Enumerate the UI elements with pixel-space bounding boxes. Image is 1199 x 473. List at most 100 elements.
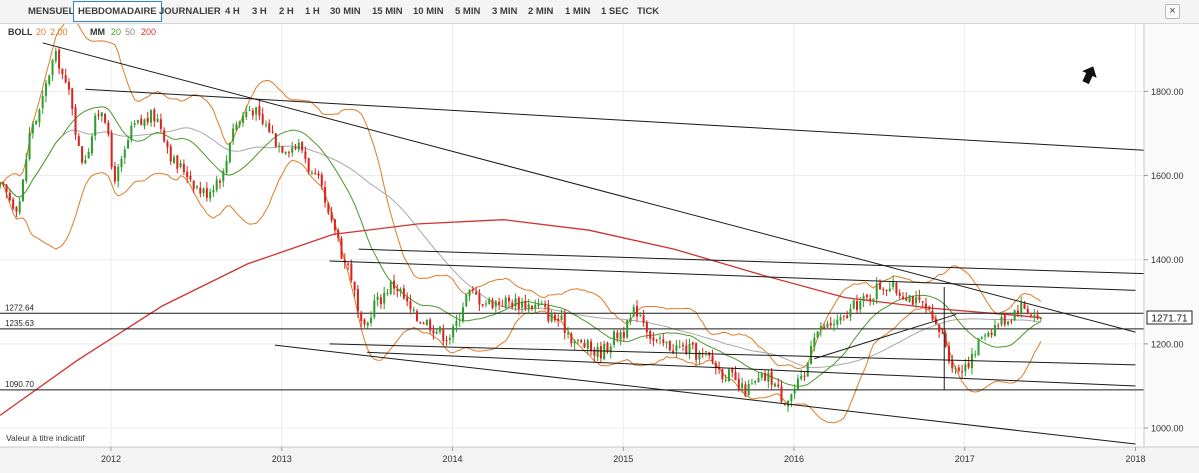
- candle-body: [823, 326, 826, 329]
- candle-body: [967, 362, 970, 368]
- candle-body: [248, 109, 251, 111]
- boll-param-2: 2.00: [50, 27, 68, 37]
- x-tick-label: 2017: [955, 454, 975, 464]
- candle-body: [576, 340, 579, 342]
- candle-body: [938, 324, 941, 333]
- candle-body: [409, 301, 412, 310]
- tab-15min[interactable]: 15 MIN: [372, 2, 403, 21]
- tab-1sec[interactable]: 1 SEC: [601, 2, 628, 21]
- candle-body: [173, 157, 176, 163]
- candle-body: [176, 155, 179, 169]
- boll-label: BOLL: [8, 27, 33, 37]
- mm-param-50: 50: [125, 27, 135, 37]
- candle-body: [652, 337, 655, 341]
- candle-body: [212, 190, 215, 193]
- candle-body: [291, 147, 294, 153]
- candle-body: [77, 136, 80, 147]
- candle-body: [215, 179, 218, 191]
- tab-2h[interactable]: 2 H: [279, 2, 294, 21]
- candle-body: [205, 188, 208, 198]
- candle-body: [540, 304, 543, 306]
- candle-body: [599, 345, 602, 359]
- candle-body: [895, 282, 898, 294]
- candle-body: [133, 123, 136, 125]
- candle-body: [892, 281, 895, 287]
- candle-body: [51, 60, 54, 75]
- candle-body: [455, 320, 458, 326]
- y-tick-label: 1200.00: [1151, 339, 1184, 349]
- candle-body: [734, 372, 737, 381]
- candle-body: [767, 372, 770, 382]
- candle-body: [491, 299, 494, 308]
- tab-3h[interactable]: 3 H: [252, 2, 267, 21]
- candle-body: [534, 304, 537, 309]
- candle-body: [445, 340, 448, 342]
- candle-body: [691, 342, 694, 345]
- candle-body: [130, 125, 133, 141]
- candle-body: [521, 301, 524, 308]
- tab-hebdomadaire[interactable]: HEBDOMADAIRE: [73, 1, 162, 22]
- candle-body: [310, 172, 313, 174]
- tab-4h[interactable]: 4 H: [225, 2, 240, 21]
- candle-body: [379, 297, 382, 305]
- candle-body: [54, 51, 57, 61]
- candle-body: [836, 319, 839, 325]
- level-label: 1272.64: [5, 303, 34, 312]
- tab-3min[interactable]: 3 MIN: [492, 2, 517, 21]
- candle-body: [816, 331, 819, 338]
- candle-body: [741, 383, 744, 388]
- candle-body: [530, 305, 533, 310]
- close-icon[interactable]: ×: [1165, 4, 1180, 19]
- candle-body: [511, 302, 514, 308]
- candle-body: [980, 337, 983, 339]
- candle-body: [465, 294, 468, 307]
- x-tick-label: 2018: [1125, 454, 1145, 464]
- tab-1h[interactable]: 1 H: [305, 2, 320, 21]
- tab-tick[interactable]: TICK: [637, 2, 659, 21]
- candle-body: [678, 346, 681, 348]
- tab-mensuel[interactable]: MENSUEL: [28, 2, 74, 21]
- candle-body: [159, 119, 162, 129]
- current-price-label: 1271.71: [1151, 314, 1188, 325]
- candle-body: [547, 305, 550, 322]
- tab-journalier[interactable]: JOURNALIER: [159, 2, 221, 21]
- candle-body: [21, 179, 25, 201]
- candle-body: [613, 331, 616, 345]
- tab-5min[interactable]: 5 MIN: [455, 2, 480, 21]
- candle-body: [796, 378, 799, 390]
- candle-body: [806, 362, 809, 377]
- candle-body: [862, 296, 865, 302]
- candle-body: [136, 120, 139, 123]
- candle-body: [885, 290, 888, 292]
- candle-body: [425, 319, 428, 325]
- candle-body: [228, 142, 231, 162]
- candle-body: [199, 187, 202, 194]
- candle-body: [984, 335, 987, 337]
- mm-param-200: 200: [141, 27, 156, 37]
- tab-1min[interactable]: 1 MIN: [565, 2, 590, 21]
- candle-body: [629, 317, 632, 322]
- candle-body: [760, 373, 763, 378]
- candle-body: [370, 317, 373, 323]
- candle-body: [481, 304, 484, 306]
- price-chart[interactable]: 1272.64 1235.63 1090.70 1000.00 1200.00 1400…: [0, 24, 1199, 473]
- candle-body: [941, 332, 944, 334]
- tab-2min[interactable]: 2 MIN: [528, 2, 553, 21]
- candle-body: [278, 145, 281, 147]
- candle-body: [153, 109, 156, 122]
- candle-body: [911, 296, 914, 305]
- candle-body: [264, 124, 267, 126]
- candle-body: [281, 146, 284, 153]
- candle-body: [764, 373, 767, 381]
- candle-body: [140, 118, 143, 125]
- candle-body: [333, 219, 336, 231]
- candle-body: [793, 388, 796, 394]
- candle-body: [658, 337, 662, 339]
- candle-body: [488, 298, 491, 305]
- candle-body: [596, 347, 599, 357]
- tab-10min[interactable]: 10 MIN: [413, 2, 444, 21]
- candle-body: [790, 394, 793, 402]
- candle-body: [340, 238, 343, 259]
- candle-body: [583, 343, 586, 348]
- tab-30min[interactable]: 30 MIN: [330, 2, 361, 21]
